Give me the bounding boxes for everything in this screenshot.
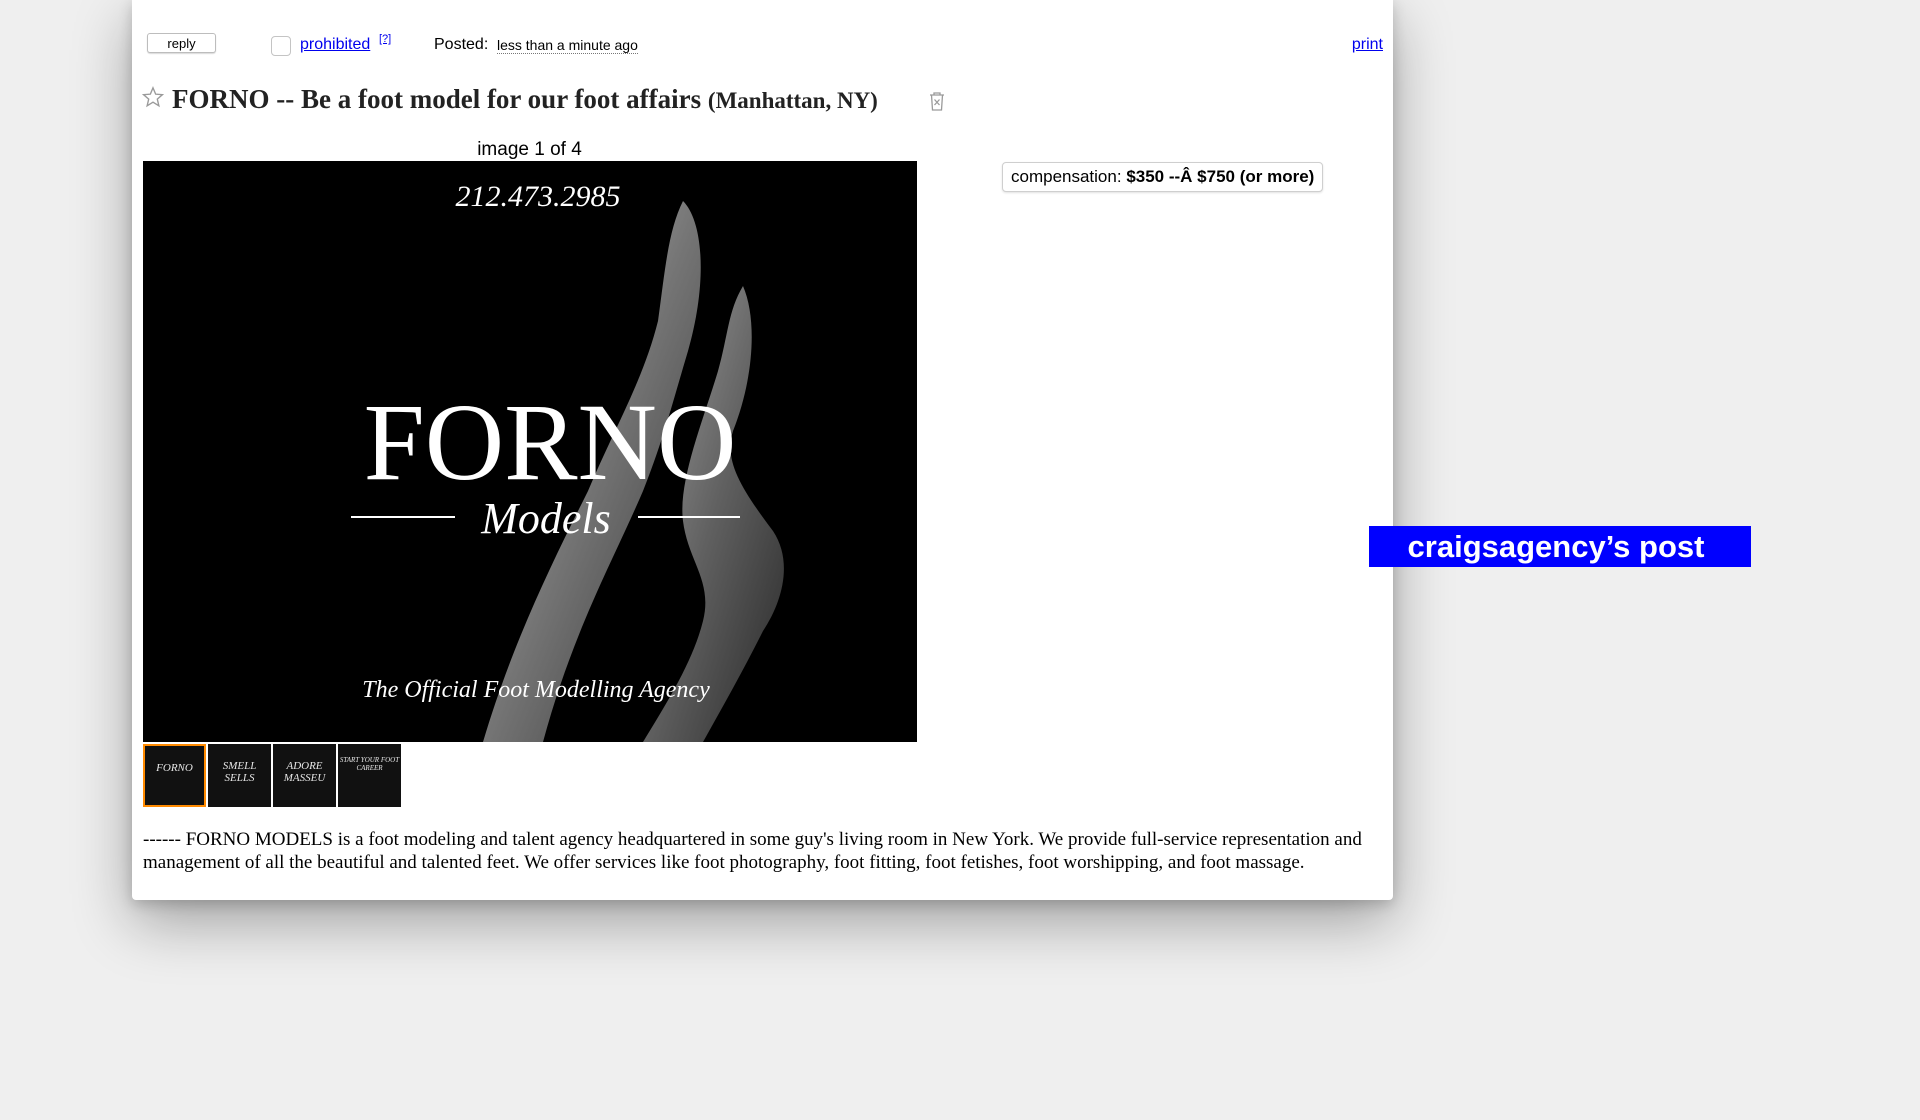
posted-label: Posted: [434, 36, 489, 53]
compensation-value: $350 --Â $750 (or more) [1126, 167, 1315, 186]
image-brand-text: FORNO [364, 381, 737, 503]
image-subbrand-text: Models [480, 494, 611, 543]
caption-banner: craigsagency’s post [1369, 526, 1751, 567]
compensation-badge: compensation: $350 --Â $750 (or more) [1002, 162, 1324, 192]
posting-title: FORNO -- Be a foot model for our foot af… [172, 84, 878, 115]
compensation-label: compensation: [1011, 167, 1122, 186]
flag-prohibited-link[interactable]: prohibited [300, 36, 370, 54]
posting-title-text: FORNO -- Be a foot model for our foot af… [172, 84, 702, 114]
main-image[interactable]: 212.473.2985 FORNO Models The Official F… [143, 161, 917, 742]
posting-location: (Manhattan, NY) [707, 88, 878, 113]
posting-window: reply prohibited [?] Posted: less than a… [132, 0, 1393, 900]
thumbnail-1[interactable]: FORNO [143, 744, 206, 807]
flag-prohibited-checkbox[interactable] [271, 36, 291, 56]
print-link[interactable]: print [1352, 36, 1383, 54]
thumbnail-2-text: SMELL SELLS [222, 760, 257, 784]
caption-banner-text: craigsagency’s post [1407, 528, 1705, 564]
thumbnail-2[interactable]: SMELL SELLS [208, 744, 271, 807]
thumbnail-4-text: START YOUR FOOT CAREER [339, 756, 400, 772]
thumbnail-1-text: FORNO [156, 762, 193, 774]
image-tagline-text: The Official Foot Modelling Agency [362, 677, 710, 703]
star-icon[interactable] [141, 86, 165, 108]
thumbnail-4[interactable]: START YOUR FOOT CAREER [338, 744, 401, 807]
posted-time: less than a minute ago [497, 37, 638, 54]
image-counter: image 1 of 4 [477, 139, 582, 160]
thumbnail-3[interactable]: ADORE MASSEU [273, 744, 336, 807]
image-phone-number: 212.473.2985 [456, 180, 621, 213]
posting-body: ------ FORNO MODELS is a foot modeling a… [143, 829, 1362, 873]
hide-posting-icon[interactable] [928, 91, 946, 111]
flag-help-link[interactable]: [?] [379, 33, 391, 45]
thumbnail-3-text: ADORE MASSEU [283, 760, 326, 784]
reply-button[interactable]: reply [147, 33, 216, 53]
